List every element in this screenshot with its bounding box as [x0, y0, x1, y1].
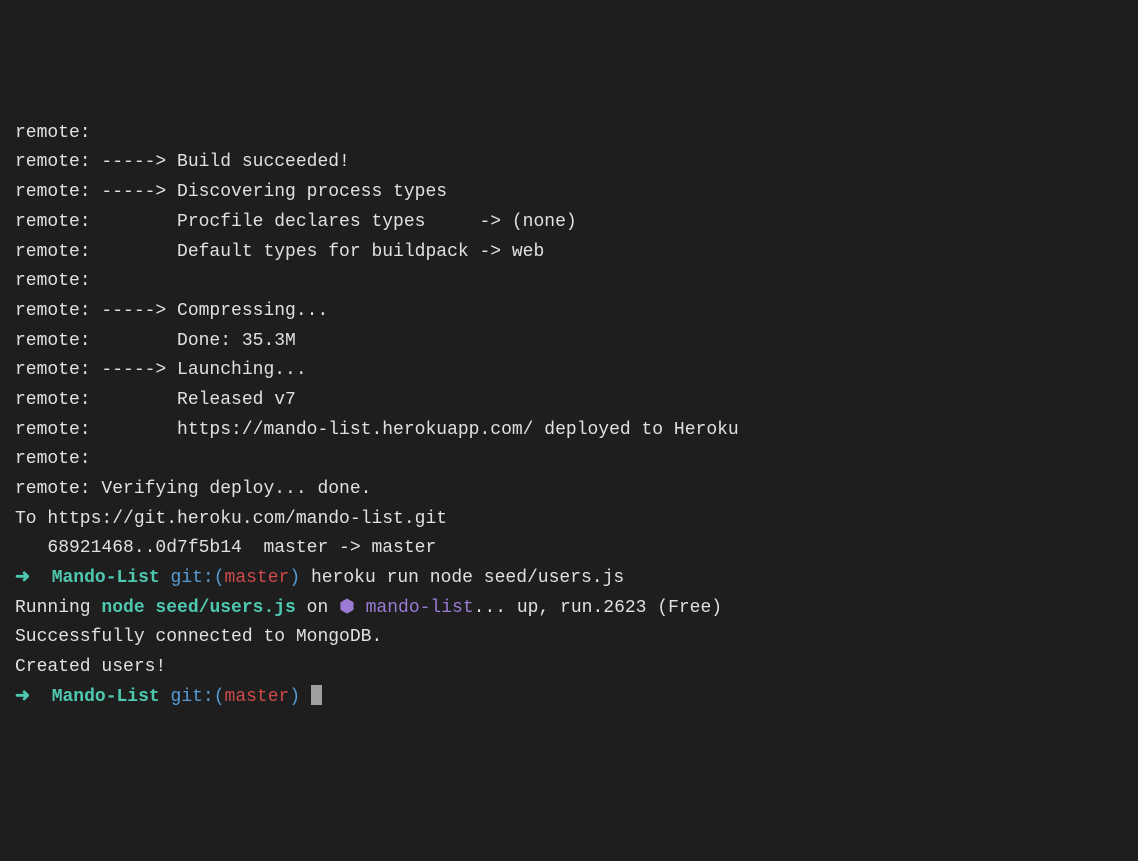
output-line: remote: -----> Build succeeded! [15, 148, 1123, 178]
output-line: Successfully connected to MongoDB. [15, 623, 1123, 653]
prompt-line[interactable]: ➜ Mando-List git:(master) [15, 683, 1123, 713]
prompt-command: heroku run node seed/users.js [300, 568, 624, 588]
running-on: on [296, 598, 339, 618]
output-line: remote: Default types for buildpack -> w… [15, 238, 1123, 268]
output-line: remote: Done: 35.3M [15, 327, 1123, 357]
cursor-icon [311, 685, 322, 705]
running-cmd: node seed/users.js [101, 598, 295, 618]
prompt-git-suffix: ) [289, 687, 311, 707]
terminal-output[interactable]: remote: remote: -----> Build succeeded!r… [15, 119, 1123, 713]
output-line: Created users! [15, 653, 1123, 683]
prompt-branch: master [225, 687, 290, 707]
running-prefix: Running [15, 598, 101, 618]
prompt-git-prefix: git:( [160, 568, 225, 588]
running-suffix: ... up, run.2623 (Free) [474, 598, 722, 618]
prompt-line: ➜ Mando-List git:(master) heroku run nod… [15, 564, 1123, 594]
prompt-arrow-icon: ➜ [15, 687, 52, 707]
output-line: remote: Released v7 [15, 386, 1123, 416]
output-line: Running node seed/users.js on ⬢ mando-li… [15, 594, 1123, 624]
prompt-arrow-icon: ➜ [15, 568, 52, 588]
output-line: remote: Procfile declares types -> (none… [15, 208, 1123, 238]
running-app: mando-list [366, 598, 474, 618]
output-line: remote: [15, 445, 1123, 475]
prompt-project: Mando-List [52, 687, 160, 707]
output-line: remote: Verifying deploy... done. [15, 475, 1123, 505]
output-line: remote: -----> Compressing... [15, 297, 1123, 327]
heroku-hex-icon: ⬢ [339, 594, 366, 624]
output-line: To https://git.heroku.com/mando-list.git [15, 505, 1123, 535]
prompt-project: Mando-List [52, 568, 160, 588]
output-line: remote: [15, 267, 1123, 297]
output-line: remote: [15, 119, 1123, 149]
prompt-git-suffix: ) [289, 568, 300, 588]
output-line: remote: -----> Launching... [15, 356, 1123, 386]
output-line: remote: -----> Discovering process types [15, 178, 1123, 208]
output-line: 68921468..0d7f5b14 master -> master [15, 534, 1123, 564]
prompt-branch: master [225, 568, 290, 588]
output-line: remote: https://mando-list.herokuapp.com… [15, 416, 1123, 446]
prompt-git-prefix: git:( [160, 687, 225, 707]
